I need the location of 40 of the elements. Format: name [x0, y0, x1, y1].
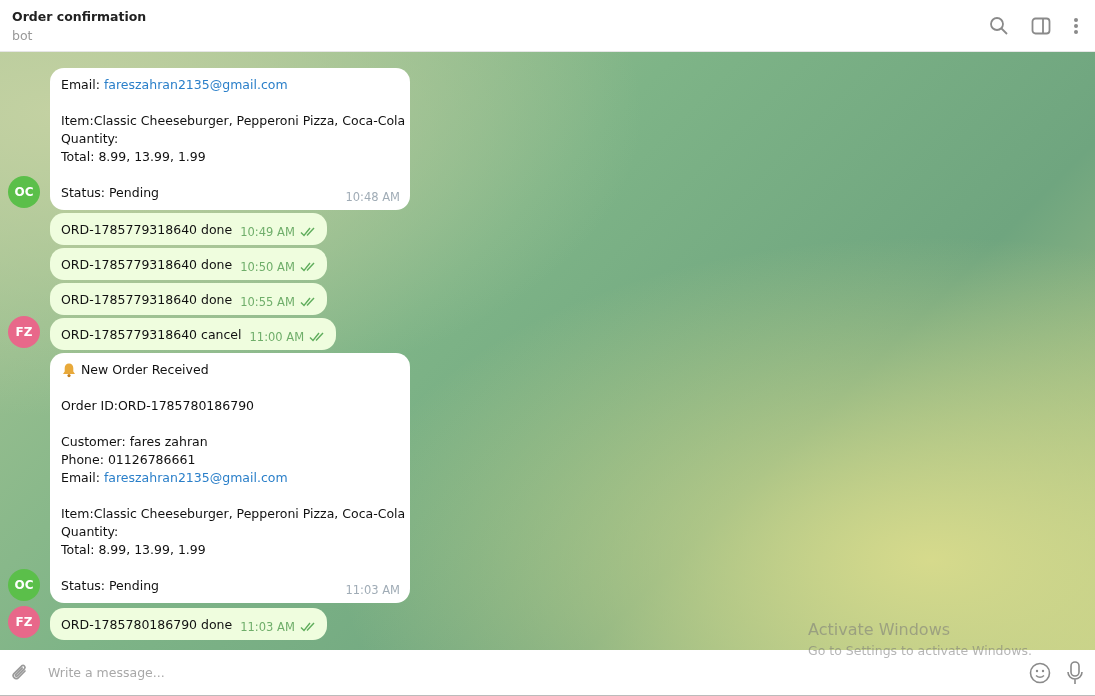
search-icon[interactable] [989, 15, 1009, 36]
message-time: 10:48 AM [345, 190, 400, 204]
message-text: Item:Classic Cheeseburger, Pepperoni Pizza, Coca-Cola [61, 112, 406, 130]
chat-subtitle: bot [12, 27, 34, 43]
message-text: Email: [61, 76, 100, 94]
message-text: ORD-1785779318640 cancel [61, 326, 242, 344]
avatar[interactable]: FZ [8, 316, 40, 348]
message-text: ORD-1785779318640 done [61, 221, 233, 239]
chat-title: Order confirmation [12, 8, 147, 24]
message-text: ORD-1785779318640 done [61, 256, 233, 274]
more-options-icon[interactable] [1073, 16, 1079, 35]
message-text: Quantity: [61, 523, 119, 541]
message-time: 11:03 AM [240, 620, 295, 634]
smiley-icon[interactable] [1029, 661, 1051, 684]
message-text: Total: 8.99, 13.99, 1.99 [61, 148, 206, 166]
microphone-icon[interactable] [1067, 660, 1083, 685]
message-text: Status: Pending [61, 184, 159, 202]
message-text: Status: Pending [61, 577, 159, 595]
message-time: 10:49 AM [240, 225, 295, 239]
message-text: New Order Received [81, 361, 209, 379]
avatar[interactable]: OC [8, 569, 40, 601]
message-text: Customer: fares zahran [61, 433, 208, 451]
message-time: 10:50 AM [240, 260, 295, 274]
message-text: ORD-1785780186790 done [61, 616, 233, 634]
message-time: 10:55 AM [240, 295, 295, 309]
message-text: ORD-1785779318640 done [61, 291, 233, 309]
email-link[interactable]: fareszahran2135@gmail.com [103, 76, 288, 94]
message-time: 11:00 AM [249, 330, 305, 344]
avatar[interactable]: OC [8, 176, 40, 208]
message-time: 11:03 AM [345, 583, 400, 597]
email-link[interactable]: fareszahran2135@gmail.com [103, 469, 288, 487]
message-text: Quantity: [61, 130, 119, 148]
message-text: Item:Classic Cheeseburger, Pepperoni Pizza, Coca-Cola [61, 505, 406, 523]
message-text: Order ID:ORD-1785780186790 [61, 397, 255, 415]
message-text: Phone: 01126786661 [61, 451, 196, 469]
bell-icon [61, 362, 77, 378]
message-text: Email: [61, 469, 100, 487]
avatar[interactable]: FZ [8, 606, 40, 638]
message-text: Total: 8.99, 13.99, 1.99 [61, 541, 206, 559]
sidebar-toggle-icon[interactable] [1031, 16, 1051, 35]
